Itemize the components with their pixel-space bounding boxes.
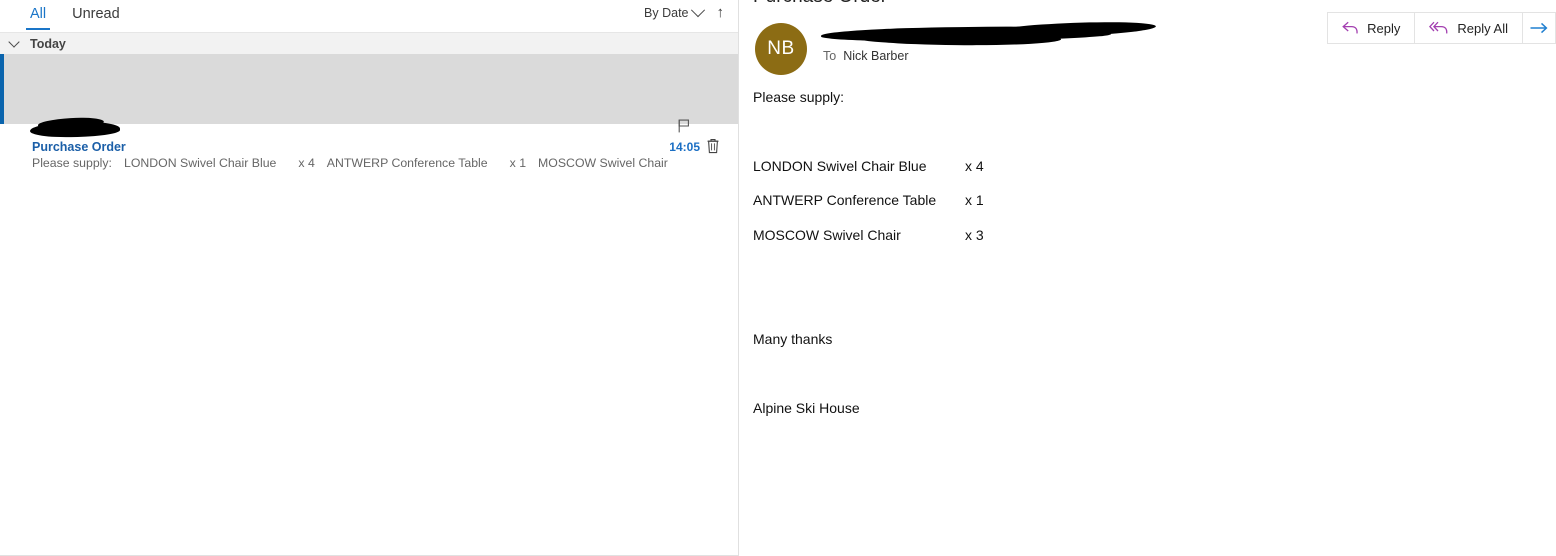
body-signature-text: Alpine Ski House xyxy=(753,400,860,416)
chevron-down-icon[interactable] xyxy=(8,36,20,48)
recipient-line: To Nick Barber xyxy=(823,49,909,63)
tab-all[interactable]: All xyxy=(26,0,51,30)
to-recipient-name: Nick Barber xyxy=(843,49,909,63)
to-label: To xyxy=(823,49,837,63)
forward-button[interactable] xyxy=(1522,12,1556,44)
avatar: NB xyxy=(755,23,807,75)
sort-control: By Date ↑ xyxy=(644,3,729,20)
message-subject: Purchase Order xyxy=(32,140,126,154)
tab-unread[interactable]: Unread xyxy=(68,0,124,28)
redaction-mark-sender xyxy=(29,121,121,138)
preview-item-1: LONDON Swivel Chair Blue xyxy=(123,156,277,170)
order-item-name: LONDON Swivel Chair Blue xyxy=(753,158,927,174)
order-item-name: MOSCOW Swivel Chair xyxy=(753,227,901,243)
reply-arrow-icon xyxy=(1342,21,1358,34)
reply-button-label: Reply xyxy=(1367,20,1401,36)
sort-by-date-label[interactable]: By Date xyxy=(644,6,688,20)
reply-all-button-label: Reply All xyxy=(1457,20,1508,36)
message-preview: Please supply: LONDON Swivel Chair Blue x … xyxy=(32,156,668,170)
preview-item-2: ANTWERP Conference Table xyxy=(326,156,488,170)
outlook-mail-window: All Unread By Date ↑ Today Purchase Orde… xyxy=(0,0,1556,556)
reply-all-button[interactable]: Reply All xyxy=(1414,12,1522,44)
preview-prefix: Please supply: xyxy=(32,156,112,170)
body-intro-text: Please supply: xyxy=(753,89,845,105)
group-header-today[interactable]: Today xyxy=(0,33,738,54)
page-title: Purchase Order xyxy=(753,0,887,8)
redaction-mark-sender-header xyxy=(820,25,1112,43)
order-item-qty: x 1 xyxy=(965,192,984,208)
body-thanks-text: Many thanks xyxy=(753,331,833,347)
filter-tabs: All Unread xyxy=(26,0,142,32)
order-item-name: ANTWERP Conference Table xyxy=(753,192,937,208)
reply-actions-bar: Reply Reply All xyxy=(1327,12,1556,44)
order-line-item: LONDON Swivel Chair Blue x 4 xyxy=(753,158,984,174)
flag-icon[interactable] xyxy=(678,119,690,133)
up-arrow-icon[interactable]: ↑ xyxy=(713,5,729,20)
message-list-pane: All Unread By Date ↑ Today Purchase Orde… xyxy=(0,0,738,556)
order-line-item: ANTWERP Conference Table x 1 xyxy=(753,192,984,208)
reading-pane: Purchase Order NB To Nick Barber Please s… xyxy=(739,0,1556,556)
message-timestamp: 14:05 xyxy=(669,140,700,154)
order-line-item: MOSCOW Swivel Chair x 3 xyxy=(753,227,984,243)
message-list-item[interactable]: Purchase Order Please supply: LONDON Swiv… xyxy=(0,54,738,170)
preview-qty-1: x 4 xyxy=(298,156,315,170)
forward-arrow-icon xyxy=(1530,22,1548,34)
message-list-toolbar: All Unread By Date ↑ xyxy=(0,0,738,33)
order-item-qty: x 3 xyxy=(965,227,984,243)
chevron-down-icon[interactable] xyxy=(690,3,705,18)
order-item-qty: x 4 xyxy=(965,158,984,174)
reply-button[interactable]: Reply xyxy=(1327,12,1415,44)
group-header-label: Today xyxy=(30,36,66,51)
trash-icon[interactable] xyxy=(706,138,720,154)
preview-item-3: MOSCOW Swivel Chair xyxy=(538,156,668,170)
preview-qty-2: x 1 xyxy=(509,156,527,170)
reply-all-arrow-icon xyxy=(1429,21,1448,34)
